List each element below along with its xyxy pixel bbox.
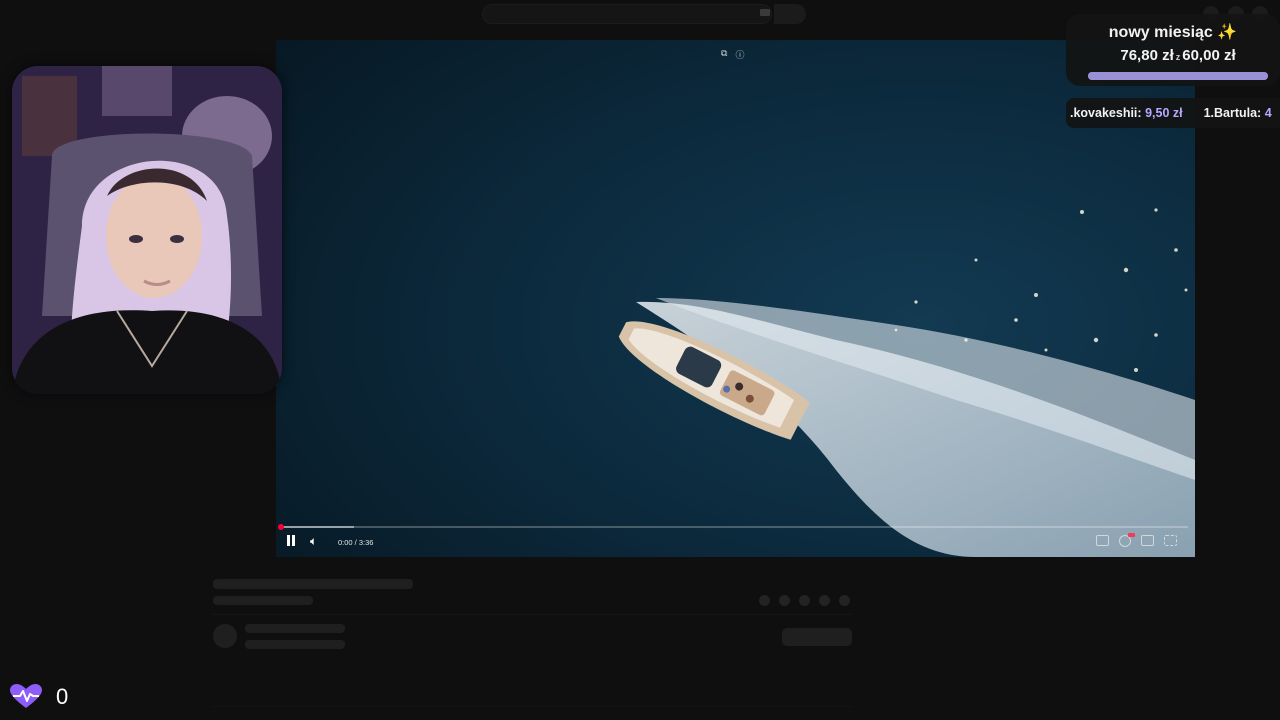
time-label: 0:00 / 3:36 [338, 538, 374, 547]
video-frame [276, 40, 1195, 557]
player-right-controls [1096, 533, 1177, 547]
heartbeat-counter: 0 [10, 684, 68, 710]
video-player[interactable]: ⧉ ⓘ 🔈︎ 0:00 / 3:36 [276, 40, 1195, 557]
buffer-fill [281, 526, 354, 528]
ticker-entry-amount: 4 [1264, 106, 1272, 120]
ticker-entry-name: 1.Bartula: [1203, 106, 1262, 120]
webcam-feed [12, 66, 282, 394]
copy-link-icon[interactable]: ⧉ [721, 48, 727, 61]
ticker-entry-amount: 9,50 zł [1145, 106, 1183, 120]
subscribe-button-placeholder[interactable] [782, 628, 852, 646]
stream-stage: ⧉ ⓘ 🔈︎ 0:00 / 3:36 nowy miesiąc ✨ 76,80 … [0, 0, 1280, 720]
search-input[interactable] [482, 4, 772, 24]
action-icon-placeholder[interactable] [799, 595, 810, 606]
settings-icon[interactable] [1119, 533, 1135, 547]
goal-progress-fill [1088, 72, 1268, 80]
video-meta-placeholder [213, 596, 313, 605]
goal-current: 76,80 zł [1120, 47, 1174, 64]
divider [212, 614, 852, 615]
info-icon[interactable]: ⓘ [735, 48, 744, 61]
heartbeat-icon [10, 684, 42, 708]
miniplayer-icon[interactable] [1141, 535, 1154, 546]
channel-subs-placeholder [245, 640, 345, 649]
search-button[interactable] [774, 4, 806, 24]
player-top-icons: ⧉ ⓘ [721, 48, 744, 61]
progress-bar[interactable] [281, 526, 1188, 528]
channel-avatar-placeholder[interactable] [213, 624, 237, 648]
streamer-image [12, 66, 282, 394]
action-icon-placeholder[interactable] [839, 595, 850, 606]
donation-goal-widget: nowy miesiąc ✨ 76,80 zł z 60,00 zł [1066, 14, 1280, 86]
keyboard-icon[interactable] [760, 9, 770, 16]
scrubber-knob[interactable] [278, 524, 284, 530]
subtitles-icon[interactable] [1096, 535, 1109, 546]
top-donors-ticker: .kovakeshii: 9,50 zł 1.Bartula: 4 [1066, 98, 1280, 128]
ticker-content: .kovakeshii: 9,50 zł 1.Bartula: 4 [1070, 106, 1272, 120]
divider [212, 706, 852, 707]
fullscreen-icon[interactable] [1164, 535, 1177, 546]
heartbeat-count: 0 [56, 684, 69, 709]
video-title-placeholder [213, 579, 413, 589]
pause-icon[interactable] [286, 535, 296, 547]
volume-icon[interactable]: 🔈︎ [310, 534, 317, 549]
goal-title: nowy miesiąc ✨ [1108, 24, 1238, 41]
channel-name-placeholder [245, 624, 345, 633]
action-icon-placeholder[interactable] [779, 595, 790, 606]
action-icon-placeholder[interactable] [819, 595, 830, 606]
goal-progress-bar [1088, 72, 1268, 80]
goal-separator: z [1175, 52, 1181, 62]
ticker-entry-name: .kovakeshii: [1070, 106, 1142, 120]
goal-target: 60,00 zł [1182, 47, 1236, 64]
action-icon-placeholder[interactable] [759, 595, 770, 606]
goal-amounts: 76,80 zł z 60,00 zł [1066, 47, 1280, 64]
